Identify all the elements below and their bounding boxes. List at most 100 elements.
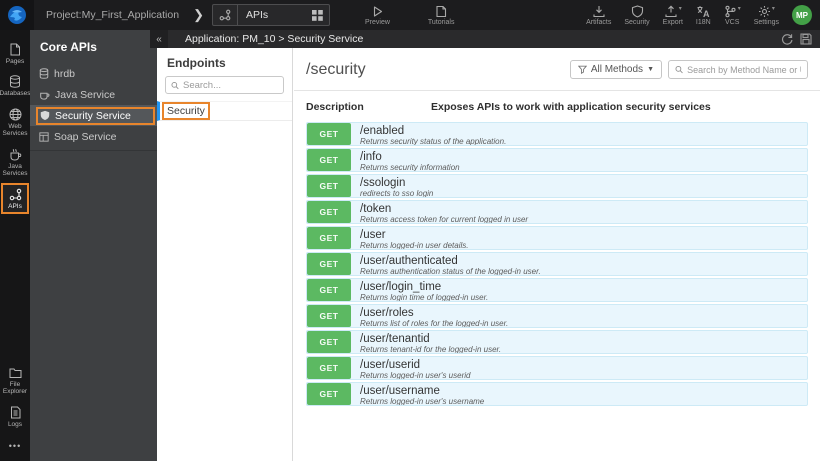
more-options-button[interactable]: ••• bbox=[9, 433, 21, 461]
method-badge[interactable]: GET bbox=[307, 175, 351, 197]
endpoint-row[interactable]: GET /user/login_time Returns login time … bbox=[306, 278, 808, 302]
api-node-icon bbox=[9, 188, 21, 201]
database-icon bbox=[10, 75, 20, 89]
method-badge[interactable]: GET bbox=[307, 305, 351, 327]
endpoint-path: /ssologin bbox=[360, 176, 406, 189]
save-icon[interactable] bbox=[800, 33, 812, 45]
methods-filter-label: All Methods bbox=[590, 64, 644, 75]
endpoint-description: Returns login time of logged-in user. bbox=[360, 292, 489, 302]
endpoint-text: /user/tenantid Returns tenant-id for the… bbox=[351, 331, 502, 354]
method-badge[interactable]: GET bbox=[307, 227, 351, 249]
document-icon bbox=[436, 5, 447, 17]
preview-button[interactable]: Preview bbox=[365, 5, 390, 26]
method-search[interactable] bbox=[668, 60, 808, 79]
apps-grid-icon[interactable] bbox=[306, 9, 329, 21]
core-api-item-soap-service[interactable]: Soap Service bbox=[30, 126, 157, 147]
artifacts-button[interactable]: Artifacts bbox=[586, 5, 611, 26]
endpoint-group-security[interactable]: Security bbox=[157, 101, 292, 121]
endpoint-row[interactable]: GET /token Returns access token for curr… bbox=[306, 200, 808, 224]
core-api-item-java-service[interactable]: Java Service bbox=[30, 84, 157, 105]
chevron-down-icon: ▾ bbox=[737, 5, 741, 12]
method-badge[interactable]: GET bbox=[307, 383, 351, 405]
rail-label: Databases bbox=[0, 90, 31, 98]
main-content: /security All Methods ▼ Desc bbox=[294, 48, 820, 461]
rail-label: Pages bbox=[5, 58, 25, 65]
endpoint-row[interactable]: GET /enabled Returns security status of … bbox=[306, 122, 808, 146]
endpoints-search[interactable] bbox=[165, 76, 284, 94]
method-badge[interactable]: GET bbox=[307, 253, 351, 275]
project-name[interactable]: Project:My_First_Application bbox=[46, 9, 179, 21]
vcs-button[interactable]: ▾ VCS bbox=[724, 5, 741, 26]
rail-item-java-services[interactable]: Java Services bbox=[0, 143, 30, 183]
database-icon bbox=[39, 68, 49, 79]
endpoint-row[interactable]: GET /user/username Returns logged-in use… bbox=[306, 382, 808, 406]
filter-icon bbox=[577, 65, 587, 74]
endpoint-description: Returns security information bbox=[360, 162, 460, 172]
method-badge[interactable]: GET bbox=[307, 331, 351, 353]
endpoint-description: Returns logged-in user details. bbox=[360, 240, 469, 250]
endpoint-text: /user/userid Returns logged-in user's us… bbox=[351, 357, 470, 380]
play-icon bbox=[373, 5, 383, 17]
upload-icon bbox=[665, 5, 677, 17]
rail-label: APIs bbox=[8, 202, 22, 210]
module-selector[interactable]: APIs bbox=[211, 4, 330, 26]
endpoint-description: Returns tenant-id for the logged-in user… bbox=[360, 344, 502, 354]
core-api-item-security-service[interactable]: Security Service bbox=[30, 105, 157, 126]
settings-label: Settings bbox=[753, 18, 779, 26]
folder-icon bbox=[9, 368, 21, 378]
rail-item-web-services[interactable]: Web Services bbox=[0, 103, 30, 143]
header-controls: All Methods ▼ bbox=[569, 60, 808, 79]
security-button[interactable]: Security bbox=[624, 4, 650, 26]
rail-item-apis[interactable]: APIs bbox=[0, 182, 30, 215]
shield-icon bbox=[631, 4, 643, 17]
method-search-input[interactable] bbox=[687, 64, 801, 75]
refresh-icon[interactable] bbox=[781, 33, 793, 45]
settings-button[interactable]: ▾ Settings bbox=[754, 5, 779, 26]
endpoint-row[interactable]: GET /user/tenantid Returns tenant-id for… bbox=[306, 330, 808, 354]
endpoint-text: /user Returns logged-in user details. bbox=[351, 227, 469, 250]
method-badge[interactable]: GET bbox=[307, 123, 351, 145]
endpoints-search-input[interactable] bbox=[182, 79, 278, 91]
bar-actions bbox=[781, 33, 820, 45]
method-badge[interactable]: GET bbox=[307, 149, 351, 171]
api-node-icon bbox=[213, 5, 238, 25]
endpoint-description: Returns list of roles for the logged-in … bbox=[360, 318, 509, 328]
endpoint-row[interactable]: GET /info Returns security information bbox=[306, 148, 808, 172]
module-selector-label: APIs bbox=[245, 9, 269, 21]
method-badge[interactable]: GET bbox=[307, 201, 351, 223]
log-file-icon bbox=[10, 406, 20, 419]
soap-icon bbox=[39, 131, 49, 142]
tutorials-button[interactable]: Tutorials bbox=[428, 5, 455, 26]
endpoint-description: Returns authentication status of the log… bbox=[360, 266, 541, 276]
shield-icon bbox=[40, 110, 50, 121]
endpoint-row[interactable]: GET /ssologin redirects to sso login bbox=[306, 174, 808, 198]
endpoint-row[interactable]: GET /user/userid Returns logged-in user'… bbox=[306, 356, 808, 380]
studio-window: Project:My_First_Application ❯ APIs Prev… bbox=[0, 0, 820, 461]
core-api-item-hrdb[interactable]: hrdb bbox=[30, 63, 157, 84]
endpoints-title: Endpoints bbox=[167, 56, 226, 70]
rail-item-logs[interactable]: Logs bbox=[0, 401, 30, 433]
chevron-down-icon: ▾ bbox=[771, 5, 775, 12]
core-api-label: hrdb bbox=[54, 67, 76, 80]
user-avatar[interactable]: MP bbox=[792, 5, 812, 25]
endpoint-text: /enabled Returns security status of the … bbox=[351, 123, 506, 146]
svg-text:A: A bbox=[703, 9, 710, 18]
rail-item-pages[interactable]: Pages bbox=[0, 38, 30, 70]
collapse-panel-button[interactable]: « bbox=[150, 30, 168, 48]
rail-label: Web Services bbox=[2, 122, 28, 138]
method-badge[interactable]: GET bbox=[307, 279, 351, 301]
methods-filter-dropdown[interactable]: All Methods ▼ bbox=[569, 60, 662, 79]
rail-item-file-explorer[interactable]: File Explorer bbox=[0, 362, 30, 401]
endpoint-row[interactable]: GET /user Returns logged-in user details… bbox=[306, 226, 808, 250]
topbar-actions: Artifacts Security ▾ Export A I18N ▾ VCS… bbox=[586, 0, 812, 30]
coffee-icon bbox=[10, 148, 21, 161]
endpoint-row[interactable]: GET /user/roles Returns list of roles fo… bbox=[306, 304, 808, 328]
method-badge[interactable]: GET bbox=[307, 357, 351, 379]
i18n-button[interactable]: A I18N bbox=[696, 5, 711, 26]
app-logo[interactable] bbox=[0, 0, 34, 30]
rail-item-databases[interactable]: Databases bbox=[0, 70, 31, 102]
endpoint-row[interactable]: GET /user/authenticated Returns authenti… bbox=[306, 252, 808, 276]
export-button[interactable]: ▾ Export bbox=[663, 5, 683, 26]
endpoint-list: GET /enabled Returns security status of … bbox=[294, 121, 820, 406]
search-icon bbox=[675, 65, 683, 74]
